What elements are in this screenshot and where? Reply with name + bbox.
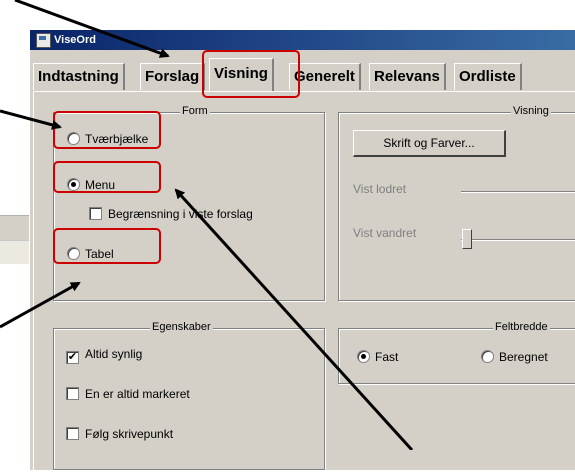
arrow-to-tvaerbjaelke bbox=[0, 109, 62, 130]
arrow-to-visning-tab bbox=[14, 0, 170, 58]
annotation-arrows bbox=[0, 0, 414, 450]
arrow-to-menu bbox=[174, 188, 414, 450]
arrow-to-tabel bbox=[0, 281, 81, 329]
